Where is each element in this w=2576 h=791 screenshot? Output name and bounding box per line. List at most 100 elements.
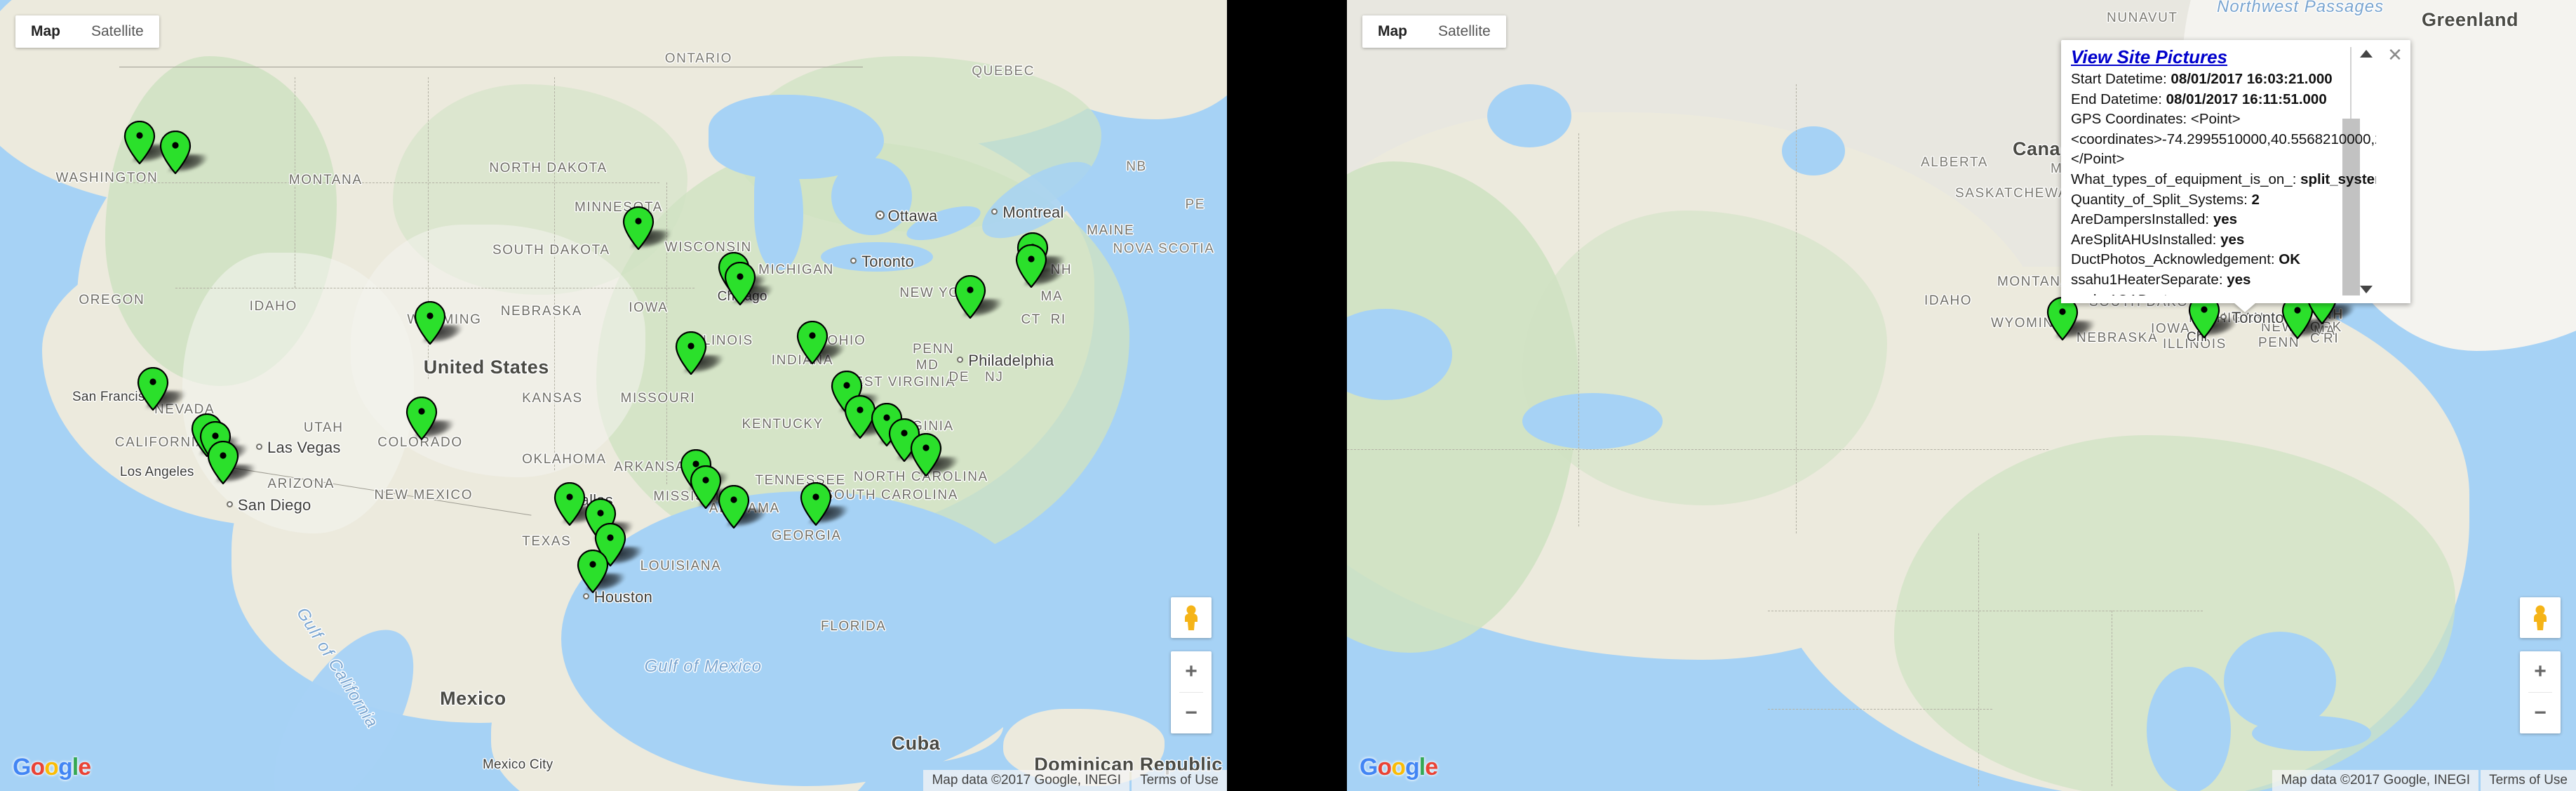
map-marker[interactable] — [2046, 297, 2099, 340]
left-map-canvas[interactable]: WASHINGTONMONTANAOREGONIDAHOWYOMINGNEVAD… — [0, 0, 1227, 791]
info-row-value: split_systems — [2300, 171, 2376, 187]
info-row-key: End Datetime: — [2071, 91, 2166, 107]
view-site-pictures-link[interactable]: View Site Pictures — [2071, 46, 2227, 68]
prov-border-2 — [1796, 84, 1797, 533]
lake-huron-right — [2224, 632, 2336, 730]
city-dot-icon — [226, 500, 233, 507]
state-border-right-4 — [1768, 709, 1992, 710]
info-window-row: ssahu1HeaterSeparate: yes — [2071, 270, 2376, 291]
map-marker[interactable] — [414, 301, 467, 345]
map-pin-icon — [406, 397, 438, 441]
street-view-pegman-button[interactable] — [2520, 597, 2561, 638]
map-pin-icon — [797, 321, 829, 365]
map-type-control[interactable]: Map Satellite — [15, 15, 159, 48]
map-pin-icon — [123, 121, 155, 164]
lake-erie — [821, 242, 933, 272]
logo-letter: g — [58, 754, 73, 780]
info-window-rows: Start Datetime: 08/01/2017 16:03:21.000 E… — [2071, 69, 2376, 299]
prov-border-1 — [1578, 133, 1579, 526]
map-marker[interactable] — [1015, 244, 1067, 288]
info-window-tail — [2234, 303, 2256, 312]
lake-michigan-right — [2147, 667, 2231, 791]
map-marker[interactable] — [800, 481, 852, 526]
map-type-map-button[interactable]: Map — [1362, 15, 1423, 48]
map-marker[interactable] — [405, 397, 458, 441]
map-pin-icon — [718, 485, 750, 529]
logo-letter: e — [1425, 754, 1438, 780]
info-row-key: AreDampersInstalled: — [2071, 211, 2213, 228]
terms-of-use-link[interactable]: Terms of Use — [1132, 770, 1227, 791]
logo-letter: l — [72, 754, 79, 780]
state-border-5 — [554, 77, 555, 470]
map-type-satellite-button[interactable]: Satellite — [76, 15, 159, 48]
info-window-row: Start Datetime: 08/01/2017 16:03:21.000 — [2071, 69, 2376, 90]
map-marker[interactable] — [577, 549, 629, 593]
map-marker[interactable] — [796, 321, 849, 365]
map-pin-icon — [2046, 297, 2079, 340]
info-window[interactable]: ✕ View Site Pictures Start Datetime: 08/… — [2061, 40, 2410, 312]
map-marker[interactable] — [675, 331, 727, 375]
logo-letter: o — [1377, 754, 1392, 780]
content-clip-mask — [2061, 295, 2410, 303]
map-marker[interactable] — [123, 121, 176, 164]
map-type-satellite-button[interactable]: Satellite — [1423, 15, 1506, 48]
zoom-out-button[interactable]: − — [2520, 693, 2561, 733]
zoom-in-button[interactable]: + — [2520, 651, 2561, 692]
zoom-in-button[interactable]: + — [1171, 651, 1212, 692]
map-pin-icon — [554, 481, 586, 526]
right-map-panel[interactable]: NUNAVUT Northwest Passages Greenland Canada… — [1347, 0, 2576, 791]
info-row-key: AreSplitAHUsInstalled: — [2071, 231, 2221, 248]
logo-letter: G — [1360, 754, 1378, 780]
lake-erie-right — [2252, 716, 2371, 751]
info-window-content[interactable]: View Site Pictures Start Datetime: 08/01… — [2061, 42, 2376, 299]
info-row-value: OK — [2279, 251, 2301, 268]
state-border-right-2 — [1978, 533, 1979, 786]
screenshot-root: WASHINGTONMONTANAOREGONIDAHOWYOMINGNEVAD… — [0, 0, 2576, 791]
map-pin-icon — [414, 301, 446, 345]
info-window-row: AreSplitAHUsInstalled: yes — [2071, 230, 2376, 251]
right-map-canvas[interactable]: NUNAVUT Northwest Passages Greenland Canada… — [1347, 0, 2576, 791]
lake-3 — [1522, 393, 1663, 449]
map-type-control[interactable]: Map Satellite — [1362, 15, 1506, 48]
map-marker[interactable] — [718, 485, 770, 529]
logo-letter: g — [1405, 754, 1420, 780]
map-data-attribution: Map data ©2017 Google, INEGI — [2272, 770, 2479, 791]
terms-of-use-link[interactable]: Terms of Use — [2481, 770, 2576, 791]
left-map-panel[interactable]: WASHINGTONMONTANAOREGONIDAHOWYOMINGNEVAD… — [0, 0, 1227, 791]
map-marker[interactable] — [207, 441, 260, 485]
panel-divider — [1227, 0, 1347, 791]
state-border-1 — [126, 182, 659, 183]
map-marker[interactable] — [954, 274, 1007, 319]
map-marker[interactable] — [910, 432, 962, 477]
map-marker[interactable] — [554, 481, 606, 526]
info-window-row: Quantity_of_Split_Systems: 2 — [2071, 190, 2376, 211]
map-pin-icon — [954, 274, 986, 319]
close-icon[interactable]: ✕ — [2385, 46, 2405, 65]
lake-huron — [831, 158, 912, 235]
google-logo[interactable]: Google — [13, 754, 91, 781]
map-type-map-button[interactable]: Map — [15, 15, 76, 48]
map-marker[interactable] — [724, 262, 777, 306]
city-dot-icon — [582, 592, 589, 599]
info-row-value: yes — [2220, 231, 2245, 248]
map-marker[interactable] — [159, 131, 212, 175]
info-row-key: Start Datetime: — [2071, 71, 2171, 87]
map-data-attribution: Map data ©2017 Google, INEGI — [923, 770, 1130, 791]
info-row-key: Quantity_of_Split_Systems: — [2071, 191, 2252, 208]
info-window-row: </Point> — [2071, 149, 2376, 170]
google-logo[interactable]: Google — [1360, 754, 1438, 781]
map-pin-icon — [160, 131, 192, 175]
logo-letter: o — [30, 754, 45, 780]
zoom-control[interactable]: + − — [2520, 651, 2561, 733]
info-window-row: End Datetime: 08/01/2017 16:11:51.000 — [2071, 90, 2376, 110]
city-dot-icon — [876, 211, 883, 218]
map-marker[interactable] — [622, 206, 675, 250]
map-pin-icon — [725, 262, 756, 306]
street-view-pegman-button[interactable] — [1171, 597, 1212, 638]
map-marker[interactable] — [137, 367, 189, 411]
prov-border-3 — [1347, 449, 2048, 450]
zoom-out-button[interactable]: − — [1171, 693, 1212, 733]
info-window-row: DuctPhotos_Acknowledgement: OK — [2071, 250, 2376, 270]
lake-1 — [1487, 84, 1571, 147]
zoom-control[interactable]: + − — [1171, 651, 1212, 733]
